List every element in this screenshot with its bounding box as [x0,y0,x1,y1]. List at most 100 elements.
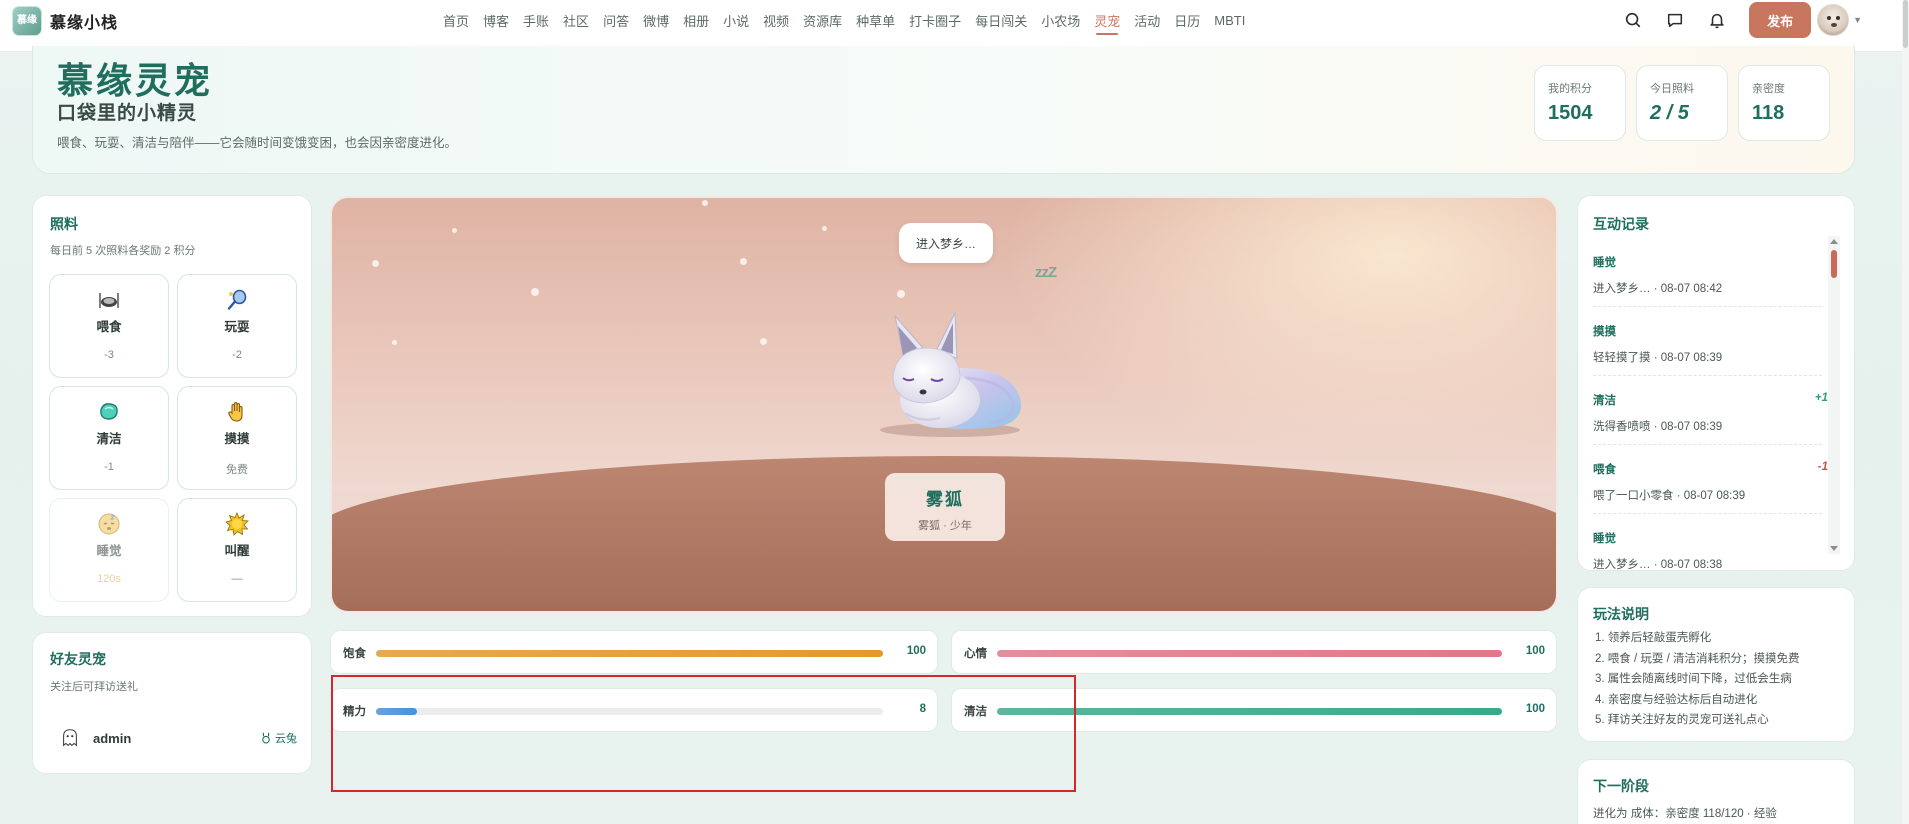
user-avatar[interactable] [1817,4,1850,36]
stat-points: 我的积分 1504 [1534,65,1626,141]
log-scrollbar[interactable] [1828,236,1840,554]
page-scrollbar[interactable] [1902,0,1909,824]
nav-link-3[interactable]: 社区 [556,0,596,40]
food-icon [97,288,121,312]
soap-icon [97,400,121,424]
bell-icon[interactable] [1699,2,1735,38]
log-item: 清洁 洗得香喷喷 · 08-07 08:39 +1 [1593,376,1828,445]
bar-track [997,650,1502,657]
stat-label: 今日照料 [1650,83,1694,95]
scroll-down-icon[interactable] [1830,546,1838,551]
scroll-up-icon[interactable] [1830,239,1838,244]
page-subtitle: 口袋里的小精灵 [57,103,198,124]
nav-link-8[interactable]: 视频 [756,0,796,40]
nav-link-1[interactable]: 博客 [476,0,516,40]
rules-title: 玩法说明 [1593,606,1649,622]
nav-link-7[interactable]: 小说 [716,0,756,40]
log-action: 睡觉 [1593,257,1616,269]
bar-fill [376,650,883,657]
rules-panel: 玩法说明 1. 领养后轻敲蛋壳孵化 2. 喂食 / 玩耍 / 清洁消耗积分；摸摸… [1577,587,1855,742]
action-cost: 免费 [226,464,248,476]
stat-value-text: 2 / 5 [1650,102,1689,124]
sparkle [452,228,457,233]
care-subtitle: 每日前 5 次照料各奖励 2 积分 [50,245,196,257]
friend-item[interactable]: admin 云兔 [59,723,297,753]
bar-fill [997,650,1502,657]
ghost-icon [59,727,81,749]
fox-pet-illustration[interactable] [865,308,1035,438]
clean-button[interactable]: 清洁 -1 [49,386,169,490]
interaction-log-panel: 互动记录 睡觉 进入梦乡… · 08-07 08:42 摸摸 轻轻摸了摸 · 08-0… [1577,195,1855,571]
nav-link-13[interactable]: 小农场 [1034,0,1087,40]
rule-item: 3. 属性会随离线时间下降，过低会生病 [1595,673,1792,685]
care-title: 照料 [50,216,78,232]
stat-value: 1504 [1548,102,1593,124]
bar-label: 心情 [964,648,987,660]
rule-item: 2. 喂食 / 玩耍 / 清洁消耗积分；摸摸免费 [1595,652,1800,665]
play-button[interactable]: 玩耍 -2 [177,274,297,378]
main-nav: 首页 博客 手账 社区 问答 微博 相册 小说 视频 资源库 种草单 打卡圈子 每日闯关 小农场 灵宠 活动日… [436,0,1252,40]
sleep-face-icon [97,512,121,536]
friend-pet-link[interactable]: 云兔 [260,730,297,746]
sun-icon [225,512,249,536]
brand[interactable]: 慕缘 慕缘小栈 [12,6,118,36]
action-cost: — [231,573,243,585]
nav-link-15[interactable]: 活动 [1127,0,1167,40]
next-stage-text: 进化为 成体：亲密度 118/120 · 经验 [1593,808,1777,820]
sleep-mark: zzZ [1035,264,1057,281]
log-scrollbar-thumb[interactable] [1831,250,1837,278]
nav-link-0[interactable]: 首页 [436,0,476,40]
stage-glow [972,198,1556,478]
log-item: 睡觉 进入梦乡… · 08-07 08:42 [1593,238,1822,307]
nav-link-6[interactable]: 相册 [676,0,716,40]
nav-link-9[interactable]: 资源库 [796,0,849,40]
care-panel: 照料 每日前 5 次照料各奖励 2 积分 喂食 -3 玩耍 -2 清洁 -1 摸… [32,195,312,617]
pet-stage[interactable]: 进入梦乡… zzZ 雾狐 雾狐 · 少年 [330,196,1558,613]
log-item: 喂食 喂了一口小零食 · 08-07 08:39 -1 [1593,445,1828,514]
search-icon[interactable] [1615,2,1651,38]
nav-link-11[interactable]: 打卡圈子 [902,0,968,40]
nav-link-2[interactable]: 手账 [516,0,556,40]
log-list[interactable]: 睡觉 进入梦乡… · 08-07 08:42 摸摸 轻轻摸了摸 · 08-07 08:… [1593,238,1828,571]
log-action: 睡觉 [1593,533,1616,545]
nav-link-5[interactable]: 微博 [636,0,676,40]
message-icon[interactable] [1657,2,1693,38]
log-item: 摸摸 轻轻摸了摸 · 08-07 08:39 [1593,307,1822,376]
page-title: 慕缘灵宠 [57,60,214,101]
pet-touch-button[interactable]: 摸摸 免费 [177,386,297,490]
stat-cards: 我的积分 1504 今日照料 2 / 5 亲密度 118 [1524,65,1830,141]
action-name: 玩耍 [224,320,250,334]
log-detail: 进入梦乡… · 08-07 08:38 [1593,559,1723,571]
friend-name: admin [93,730,132,746]
stat-label: 亲密度 [1752,83,1785,95]
stat-label: 我的积分 [1548,83,1592,95]
nav-link-10[interactable]: 种草单 [849,0,902,40]
page-scrollbar-thumb[interactable] [1903,0,1908,48]
bar-track [376,650,883,657]
publish-button[interactable]: 发布 [1749,2,1812,38]
feed-button[interactable]: 喂食 -3 [49,274,169,378]
friends-title: 好友灵宠 [50,651,106,667]
speech-bubble: 进入梦乡… [899,223,993,263]
nav-link-16[interactable]: 日历 [1167,0,1207,40]
rule-item: 4. 亲密度与经验达标后自动进化 [1595,693,1758,706]
sleep-button[interactable]: 睡觉 120s [49,498,169,602]
wake-button[interactable]: 叫醒 — [177,498,297,602]
nav-link-17[interactable]: MBTI [1207,0,1252,40]
bar-label: 饱食 [343,648,366,660]
rabbit-icon [262,732,270,744]
nav-link-4[interactable]: 问答 [596,0,636,40]
nav-link-14[interactable]: 灵宠 [1087,0,1127,40]
sparkle [822,226,827,231]
pet-hero: 慕缘灵宠 口袋里的小精灵 喂食、玩耍、清洁与陪伴——它会随时间变饿变困，也会因亲… [32,46,1855,174]
sparkle [372,260,379,267]
chevron-down-icon[interactable]: ▼ [1853,15,1862,25]
stat-bar-mood: 心情 100 [951,630,1557,674]
action-name: 睡觉 [96,544,122,558]
sparkle [702,200,708,206]
log-delta: +1 [1814,392,1828,404]
nav-actions: 发布 ▼ [1609,0,1862,40]
nav-link-12[interactable]: 每日闯关 [968,0,1034,40]
stat-value: 2 / 5 [1650,102,1727,125]
action-cost: 120s [97,573,121,585]
